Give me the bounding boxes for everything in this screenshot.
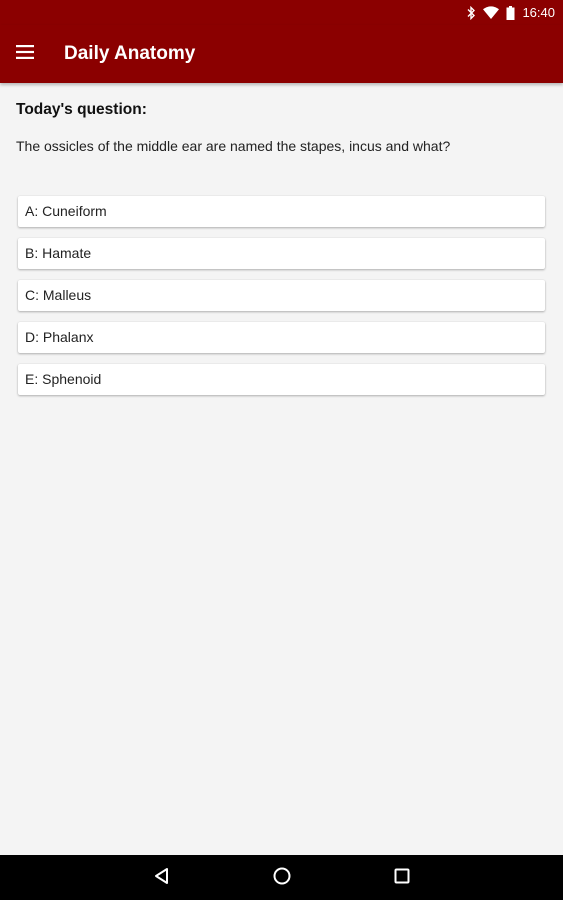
recents-button[interactable]	[390, 866, 414, 890]
battery-icon	[506, 5, 515, 20]
wifi-icon	[483, 6, 500, 19]
answer-option-c[interactable]: C: Malleus	[18, 280, 545, 311]
status-bar: 16:40	[0, 0, 563, 25]
navigation-bar	[0, 855, 563, 900]
screen: 16:40 Daily Anatomy Today's question: Th…	[0, 0, 563, 900]
status-time: 16:40	[522, 5, 555, 20]
answer-option-b[interactable]: B: Hamate	[18, 238, 545, 269]
home-icon	[272, 866, 292, 891]
bluetooth-icon	[466, 5, 476, 20]
answer-option-e[interactable]: E: Sphenoid	[18, 364, 545, 395]
menu-button[interactable]	[16, 38, 52, 70]
question-heading: Today's question:	[16, 101, 147, 118]
answer-option-d[interactable]: D: Phalanx	[18, 322, 545, 353]
app-title: Daily Anatomy	[64, 43, 196, 64]
hamburger-menu-icon	[16, 44, 34, 64]
back-button[interactable]	[150, 866, 174, 890]
back-icon	[153, 867, 171, 890]
answer-list: A: Cuneiform B: Hamate C: Malleus D: Pha…	[18, 196, 545, 406]
answer-option-a[interactable]: A: Cuneiform	[18, 196, 545, 227]
status-icons: 16:40	[466, 4, 555, 21]
home-button[interactable]	[270, 866, 294, 890]
recents-icon	[394, 868, 410, 889]
app-bar: Daily Anatomy	[0, 25, 563, 83]
question-text: The ossicles of the middle ear are named…	[16, 138, 451, 154]
